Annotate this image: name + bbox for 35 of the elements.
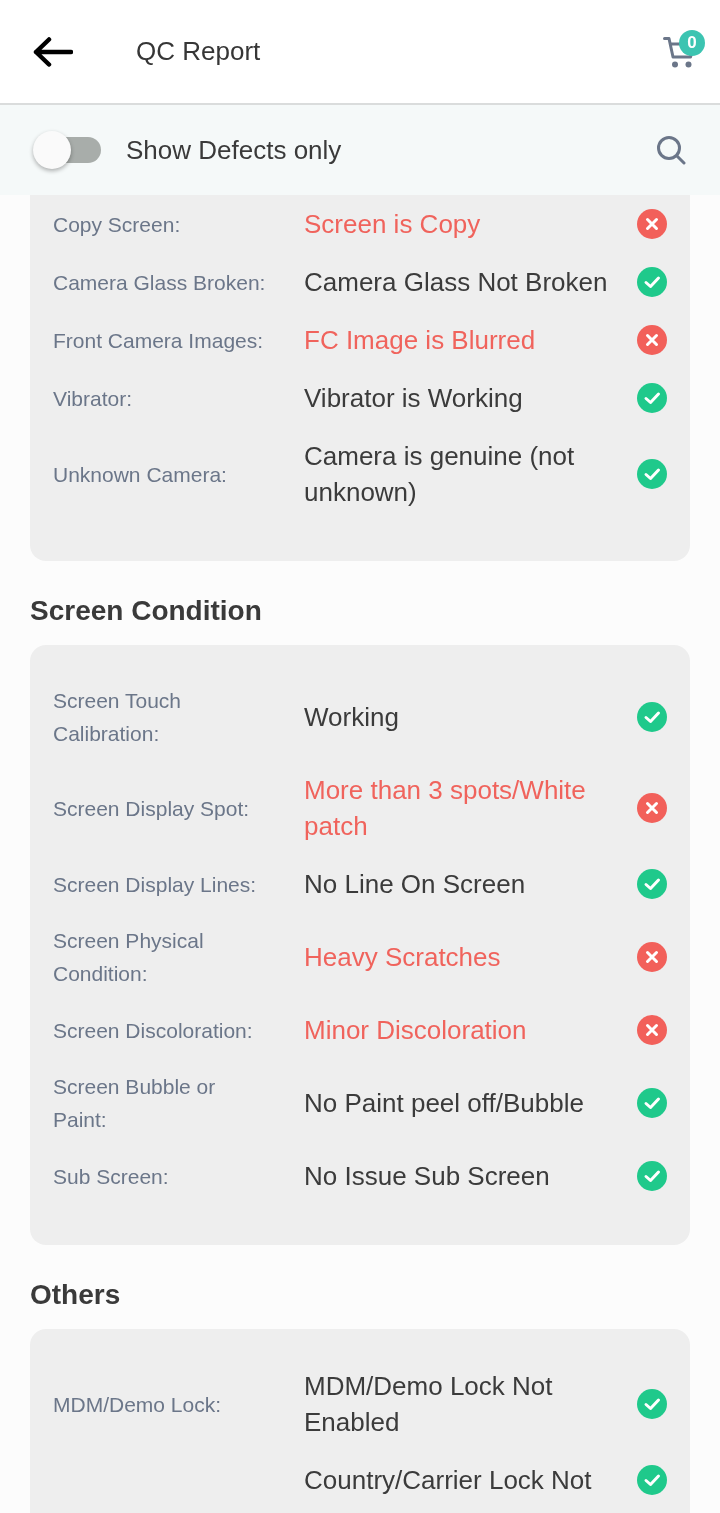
field-label: Front Camera Images: — [53, 327, 265, 354]
field-label: Screen Bubble or Paint: — [53, 1074, 217, 1133]
toggle-label: Show Defects only — [126, 134, 343, 166]
field-label: Vibrator: — [53, 385, 133, 412]
field-label: Copy Screen: — [53, 211, 182, 238]
field-value: Camera is genuine (not unknown) — [304, 440, 576, 509]
field-value: FC Image is Blurred — [304, 324, 537, 357]
field-value: Minor Discoloration — [304, 1014, 528, 1047]
field-label: Screen Display Spot: — [53, 795, 251, 822]
field-value: No Line On Screen — [304, 868, 527, 901]
field-label: Unknown Camera: — [53, 461, 228, 488]
field-value: MDM/Demo Lock Not Enabled — [304, 1370, 554, 1439]
field-value: Heavy Scratches — [304, 941, 502, 974]
section-title: Others — [30, 1279, 122, 1311]
back-arrow-icon[interactable] — [33, 36, 73, 67]
field-value: Working — [304, 701, 400, 734]
search-icon[interactable] — [656, 135, 686, 165]
cart-count-badge: 0 — [679, 29, 705, 56]
field-value: Screen is Copy — [304, 208, 482, 241]
field-label: Screen Physical Condition: — [53, 928, 205, 987]
section-title: Screen Condition — [30, 595, 263, 627]
page-title: QC Report — [136, 36, 262, 67]
field-label: Sub Screen: — [53, 1163, 170, 1190]
field-label: Screen Display Lines: — [53, 871, 258, 898]
toggle-switch[interactable] — [33, 131, 101, 169]
field-label: Screen Touch Calibration: — [53, 688, 183, 747]
field-value: No Paint peel off/Bubble — [304, 1087, 585, 1120]
field-value: Vibrator is Working — [304, 382, 524, 415]
field-value: More than 3 spots/White patch — [304, 774, 587, 843]
field-value: No Issue Sub Screen — [304, 1160, 551, 1193]
field-label: Camera Glass Broken: — [53, 269, 267, 296]
field-label: MDM/Demo Lock: — [53, 1391, 223, 1418]
field-value: Country/Carrier Lock Not — [304, 1464, 593, 1497]
field-value: Camera Glass Not Broken — [304, 266, 609, 299]
field-label: Screen Discoloration: — [53, 1017, 254, 1044]
